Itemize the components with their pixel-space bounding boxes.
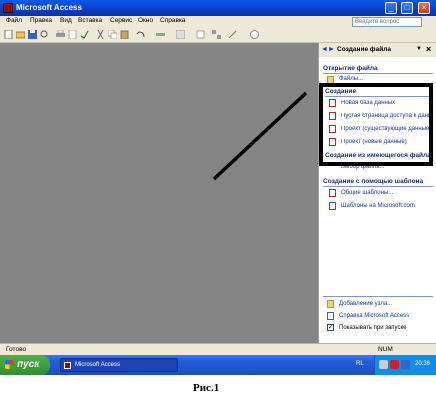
divider (323, 73, 433, 74)
open-folder-icon[interactable] (16, 30, 25, 39)
cut-icon[interactable] (96, 30, 105, 39)
web-templates-icon (329, 202, 336, 210)
windows-logo-icon (5, 360, 14, 369)
relationships-icon[interactable] (212, 30, 221, 39)
help-icon (327, 312, 334, 320)
close-button[interactable]: × (418, 2, 430, 14)
toolbar (0, 28, 436, 43)
new-object-icon[interactable] (228, 30, 237, 39)
access-app-icon[interactable] (3, 3, 13, 13)
add-network-place-icon (327, 300, 334, 308)
menu-help[interactable]: Справка (160, 17, 186, 24)
num-lock-indicator: NUM (378, 346, 393, 353)
undo-icon[interactable] (136, 30, 145, 39)
title-bar[interactable]: Microsoft Access _ □ × (0, 0, 436, 16)
divider (323, 186, 433, 187)
new-file-icon[interactable] (4, 30, 13, 39)
pane-menu-icon[interactable]: ▼ (416, 46, 422, 52)
access-app-icon (64, 362, 71, 369)
system-tray: 20:36 (374, 355, 436, 375)
search-icon[interactable] (40, 30, 49, 39)
add-network-place-link[interactable]: Добавление узла... (339, 301, 392, 307)
annotation-pointer-line (212, 91, 308, 181)
menu-window[interactable]: Окно (138, 17, 153, 24)
template-heading: Создание с помощью шаблона (323, 178, 424, 185)
language-indicator[interactable]: RL (356, 361, 364, 367)
print-icon[interactable] (56, 30, 65, 39)
preview-icon[interactable] (68, 30, 77, 39)
menu-insert[interactable]: Вставка (78, 17, 102, 24)
windows-taskbar: пуск Microsoft Access RL 20:36 (0, 355, 436, 375)
menu-edit[interactable]: Правка (30, 17, 52, 24)
database-workspace (0, 43, 318, 343)
task-pane-title: Создание файла (337, 46, 391, 53)
properties-icon[interactable] (196, 30, 205, 39)
paste-icon[interactable] (120, 30, 129, 39)
access-window: Microsoft Access _ □ × Файл Правка Вид В… (0, 0, 436, 375)
start-button[interactable]: пуск (0, 355, 50, 375)
figure-caption: Рис.1 (193, 382, 220, 394)
status-bar: Готово NUM (0, 343, 436, 355)
show-at-startup-label: Показывать при запуске (339, 325, 407, 331)
minimize-button[interactable]: _ (385, 2, 397, 14)
menu-bar: Файл Правка Вид Вставка Сервис Окно Спра… (0, 16, 436, 28)
taskbar-access-label: Microsoft Access (75, 362, 121, 368)
pane-close-icon[interactable]: × (426, 44, 431, 54)
help-search-input[interactable]: Введите вопрос (352, 17, 422, 27)
copy-icon[interactable] (108, 30, 117, 39)
microsoft-templates-link[interactable]: Шаблоны на Microsoft.com (341, 203, 415, 209)
show-at-startup-checkbox[interactable]: ✓ (327, 324, 334, 331)
taskbar-access-button[interactable]: Microsoft Access (60, 358, 178, 372)
general-templates-link[interactable]: Общие шаблоны... (341, 190, 393, 196)
spelling-icon[interactable] (80, 30, 89, 39)
template-icon (329, 189, 336, 197)
save-icon[interactable] (28, 30, 37, 39)
divider (323, 296, 433, 297)
open-files-link[interactable]: Файлы... (339, 76, 363, 82)
status-text: Готово (6, 346, 27, 353)
menu-view[interactable]: Вид (60, 17, 72, 24)
tray-app-icon[interactable] (379, 360, 388, 369)
tray-app-icon[interactable] (390, 360, 399, 369)
task-pane-header: ◄ ► Создание файла ▼ × (319, 43, 436, 57)
maximize-button[interactable]: □ (401, 2, 413, 14)
menu-file[interactable]: Файл (6, 17, 22, 24)
back-arrow-icon[interactable]: ◄ (321, 46, 328, 53)
tray-app-icon[interactable] (401, 360, 410, 369)
link-icon[interactable] (156, 30, 165, 39)
code-icon[interactable] (176, 30, 185, 39)
open-file-heading: Открытие файла (323, 65, 378, 72)
highlight-frame (319, 83, 433, 166)
start-label: пуск (17, 359, 40, 370)
access-help-link[interactable]: Справка Microsoft Access (339, 313, 409, 319)
forward-arrow-icon[interactable]: ► (328, 46, 335, 53)
clock[interactable]: 20:36 (415, 361, 430, 367)
office-assistant-icon[interactable] (250, 30, 259, 39)
menu-tools[interactable]: Сервис (110, 17, 132, 24)
window-title: Microsoft Access (16, 3, 82, 12)
